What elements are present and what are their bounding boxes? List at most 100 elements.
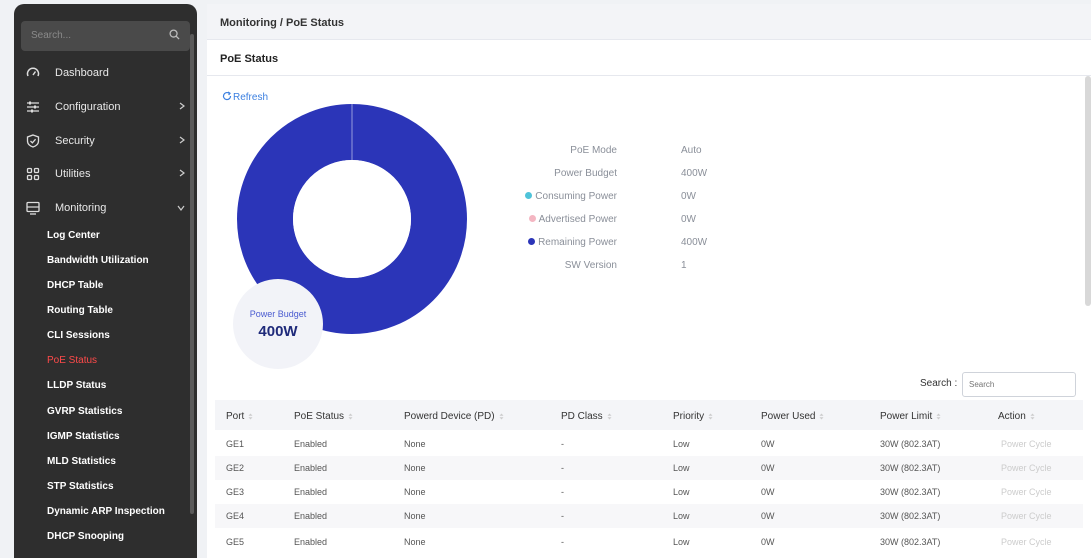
col-header-poe-status[interactable]: PoE Status — [294, 411, 353, 422]
sort-icon — [936, 413, 941, 420]
sidebar-item-label: Security — [55, 135, 95, 147]
sidebar-subitem-dhcp-table[interactable]: DHCP Table — [47, 280, 103, 291]
app-window: Search... Dashboard Configuration Securi… — [0, 0, 1091, 558]
table-row: GE1 Enabled None - Low 0W 30W (802.3AT) … — [215, 432, 1083, 456]
refresh-button[interactable]: Refresh — [222, 91, 268, 103]
cell-priority: Low — [673, 537, 690, 547]
sidebar-subitem-mld-statistics[interactable]: MLD Statistics — [47, 456, 116, 467]
sidebar-subitem-log-center[interactable]: Log Center — [47, 230, 100, 241]
sidebar-subitem-poe-status[interactable]: PoE Status — [47, 355, 97, 366]
info-value: 0W — [681, 191, 696, 202]
cell-power-used: 0W — [761, 439, 775, 449]
table-row: GE2 Enabled None - Low 0W 30W (802.3AT) … — [215, 456, 1083, 480]
power-cycle-button[interactable]: Power Cycle — [1001, 463, 1052, 473]
cell-priority: Low — [673, 463, 690, 473]
col-header-label: Powerd Device (PD) — [404, 411, 495, 422]
table-row: GE3 Enabled None - Low 0W 30W (802.3AT) … — [215, 480, 1083, 504]
col-header-label: Priority — [673, 411, 705, 422]
sidebar-item-monitoring[interactable]: Monitoring — [14, 194, 197, 222]
sidebar-search[interactable]: Search... — [21, 21, 190, 51]
sidebar-subitem-bandwidth-utilization[interactable]: Bandwidth Utilization — [47, 255, 149, 266]
divider — [207, 75, 1091, 76]
cell-power-used: 0W — [761, 487, 775, 497]
power-cycle-button[interactable]: Power Cycle — [1001, 511, 1052, 521]
col-header-action[interactable]: Action — [998, 411, 1035, 422]
sidebar-subitem-gvrp-statistics[interactable]: GVRP Statistics — [47, 406, 122, 417]
info-advertised-power: Advertised Power 0W — [509, 214, 809, 230]
info-key: Advertised Power — [538, 214, 617, 225]
main-content: Monitoring / PoE Status PoE Status Refre… — [207, 4, 1091, 558]
col-header-powered-device[interactable]: Powerd Device (PD) — [404, 411, 504, 422]
cell-powered-device: None — [404, 463, 426, 473]
sidebar-subitem-dhcp-snooping[interactable]: DHCP Snooping — [47, 531, 124, 542]
advertised-legend-dot — [528, 215, 536, 222]
table-search-input[interactable] — [963, 373, 1075, 396]
sidebar-item-label: Utilities — [55, 168, 91, 180]
cell-port: GE5 — [226, 537, 245, 547]
col-header-port[interactable]: Port — [226, 411, 253, 422]
sort-icon — [1030, 413, 1035, 420]
col-header-priority[interactable]: Priority — [673, 411, 713, 422]
sidebar-item-dashboard[interactable]: Dashboard — [14, 59, 197, 87]
donut-hole — [293, 160, 411, 278]
info-value: 0W — [681, 214, 696, 225]
cell-power-used: 0W — [761, 511, 775, 521]
sort-icon — [248, 413, 253, 420]
sort-icon — [708, 413, 713, 420]
col-header-power-limit[interactable]: Power Limit — [880, 411, 941, 422]
info-value: 1 — [681, 260, 687, 271]
power-budget-bubble-label: Power Budget — [249, 309, 307, 319]
shield-icon — [26, 134, 40, 148]
sidebar-subitem-igmp-statistics[interactable]: IGMP Statistics — [47, 431, 120, 442]
sidebar-subitem-dynamic-arp-inspection[interactable]: Dynamic ARP Inspection — [47, 506, 165, 517]
sidebar-subitem-cli-sessions[interactable]: CLI Sessions — [47, 330, 110, 341]
col-header-power-used[interactable]: Power Used — [761, 411, 824, 422]
sidebar-item-configuration[interactable]: Configuration — [14, 93, 197, 121]
cell-pd-class: - — [561, 439, 564, 449]
cell-powered-device: None — [404, 511, 426, 521]
sort-icon — [348, 413, 353, 420]
cell-port: GE4 — [226, 511, 245, 521]
chevron-down-icon — [177, 205, 185, 211]
sidebar-item-utilities[interactable]: Utilities — [14, 160, 197, 188]
sidebar-subitem-stp-statistics[interactable]: STP Statistics — [47, 481, 114, 492]
table-row: GE5 Enabled None - Low 0W 30W (802.3AT) … — [215, 530, 1083, 554]
power-cycle-button[interactable]: Power Cycle — [1001, 537, 1052, 547]
col-header-pd-class[interactable]: PD Class — [561, 411, 612, 422]
sidebar-item-security[interactable]: Security — [14, 127, 197, 155]
main-scrollbar[interactable] — [1085, 76, 1091, 306]
cell-pd-class: - — [561, 463, 564, 473]
cell-port: GE1 — [226, 439, 245, 449]
sidebar-subitem-lldp-status[interactable]: LLDP Status — [47, 380, 106, 391]
refresh-icon — [222, 91, 232, 101]
table-search-field[interactable] — [962, 372, 1076, 397]
col-header-label: Action — [998, 411, 1026, 422]
info-key-wrap: Advertised Power — [509, 214, 617, 225]
cell-power-limit: 30W (802.3AT) — [880, 439, 941, 449]
cell-power-limit: 30W (802.3AT) — [880, 463, 941, 473]
sidebar-subitem-routing-table[interactable]: Routing Table — [47, 305, 113, 316]
power-cycle-button[interactable]: Power Cycle — [1001, 439, 1052, 449]
monitor-icon — [26, 201, 40, 215]
cell-power-limit: 30W (802.3AT) — [880, 537, 941, 547]
grid-icon — [26, 167, 40, 181]
search-icon[interactable] — [169, 29, 180, 40]
col-header-label: PoE Status — [294, 411, 345, 422]
remaining-legend-dot — [528, 238, 536, 245]
sort-icon — [819, 413, 824, 420]
info-key: PoE Mode — [570, 145, 617, 156]
info-value: 400W — [681, 237, 708, 248]
info-key-wrap: Remaining Power — [509, 237, 617, 248]
sidebar-scrollbar[interactable] — [190, 34, 194, 514]
cell-priority: Low — [673, 511, 690, 521]
sidebar-item-label: Monitoring — [55, 202, 107, 214]
chevron-right-icon — [179, 169, 185, 177]
page-title: PoE Status — [220, 53, 279, 65]
cell-poe-status: Enabled — [294, 439, 328, 449]
col-header-label: Power Limit — [880, 411, 933, 422]
cell-power-used: 0W — [761, 463, 775, 473]
cell-pd-class: - — [561, 537, 564, 547]
power-cycle-button[interactable]: Power Cycle — [1001, 487, 1052, 497]
sidebar-item-label: Dashboard — [55, 67, 109, 79]
chevron-right-icon — [179, 102, 185, 110]
